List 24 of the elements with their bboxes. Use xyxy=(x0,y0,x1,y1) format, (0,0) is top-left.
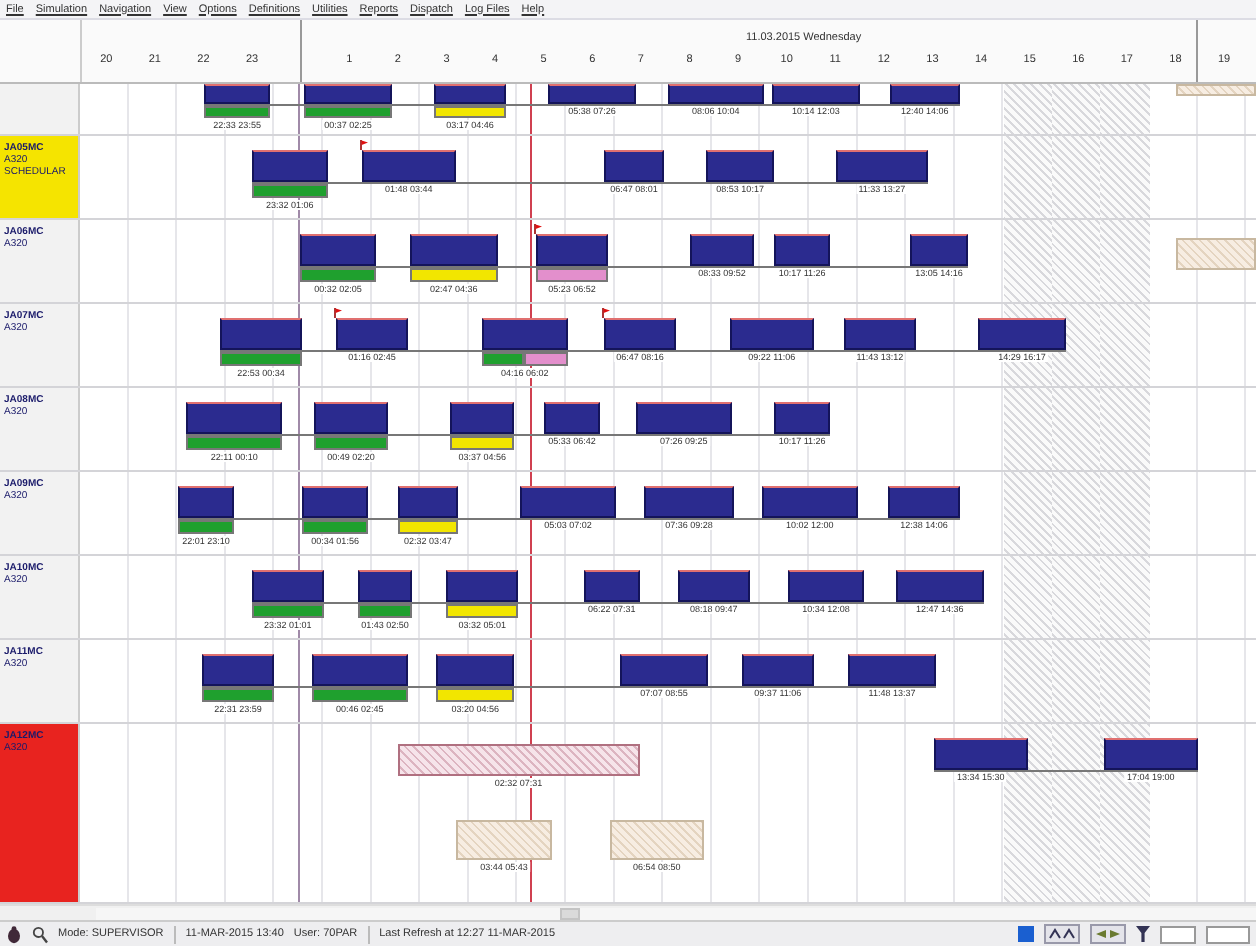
filter-icon[interactable] xyxy=(1136,926,1150,942)
flight-bar[interactable] xyxy=(311,654,409,686)
flight-bar[interactable] xyxy=(301,486,369,518)
maintenance-block[interactable] xyxy=(397,744,640,776)
spin-field[interactable] xyxy=(1160,925,1196,943)
arrows-icon xyxy=(1094,928,1122,940)
flight-bar[interactable] xyxy=(519,486,617,518)
flight-bar[interactable] xyxy=(847,654,937,686)
shift-button[interactable] xyxy=(1090,924,1126,944)
flight-bar[interactable] xyxy=(643,486,735,518)
flight-bar[interactable] xyxy=(635,402,733,434)
flight-bar[interactable] xyxy=(835,150,929,182)
flight-bar[interactable] xyxy=(787,570,865,602)
beetle-icon[interactable] xyxy=(6,925,22,943)
flight-bar[interactable] xyxy=(397,486,459,518)
flight-bar[interactable] xyxy=(357,570,413,602)
search-icon[interactable] xyxy=(32,925,48,943)
flight-bar[interactable] xyxy=(433,84,507,104)
horizontal-scrollbar[interactable] xyxy=(96,908,1256,920)
chevrons-icon xyxy=(1048,928,1076,940)
scroll-thumb[interactable] xyxy=(560,908,580,920)
value-field[interactable] xyxy=(1206,925,1250,943)
zoom-button[interactable] xyxy=(1044,924,1080,944)
flight-bar[interactable] xyxy=(203,84,271,104)
